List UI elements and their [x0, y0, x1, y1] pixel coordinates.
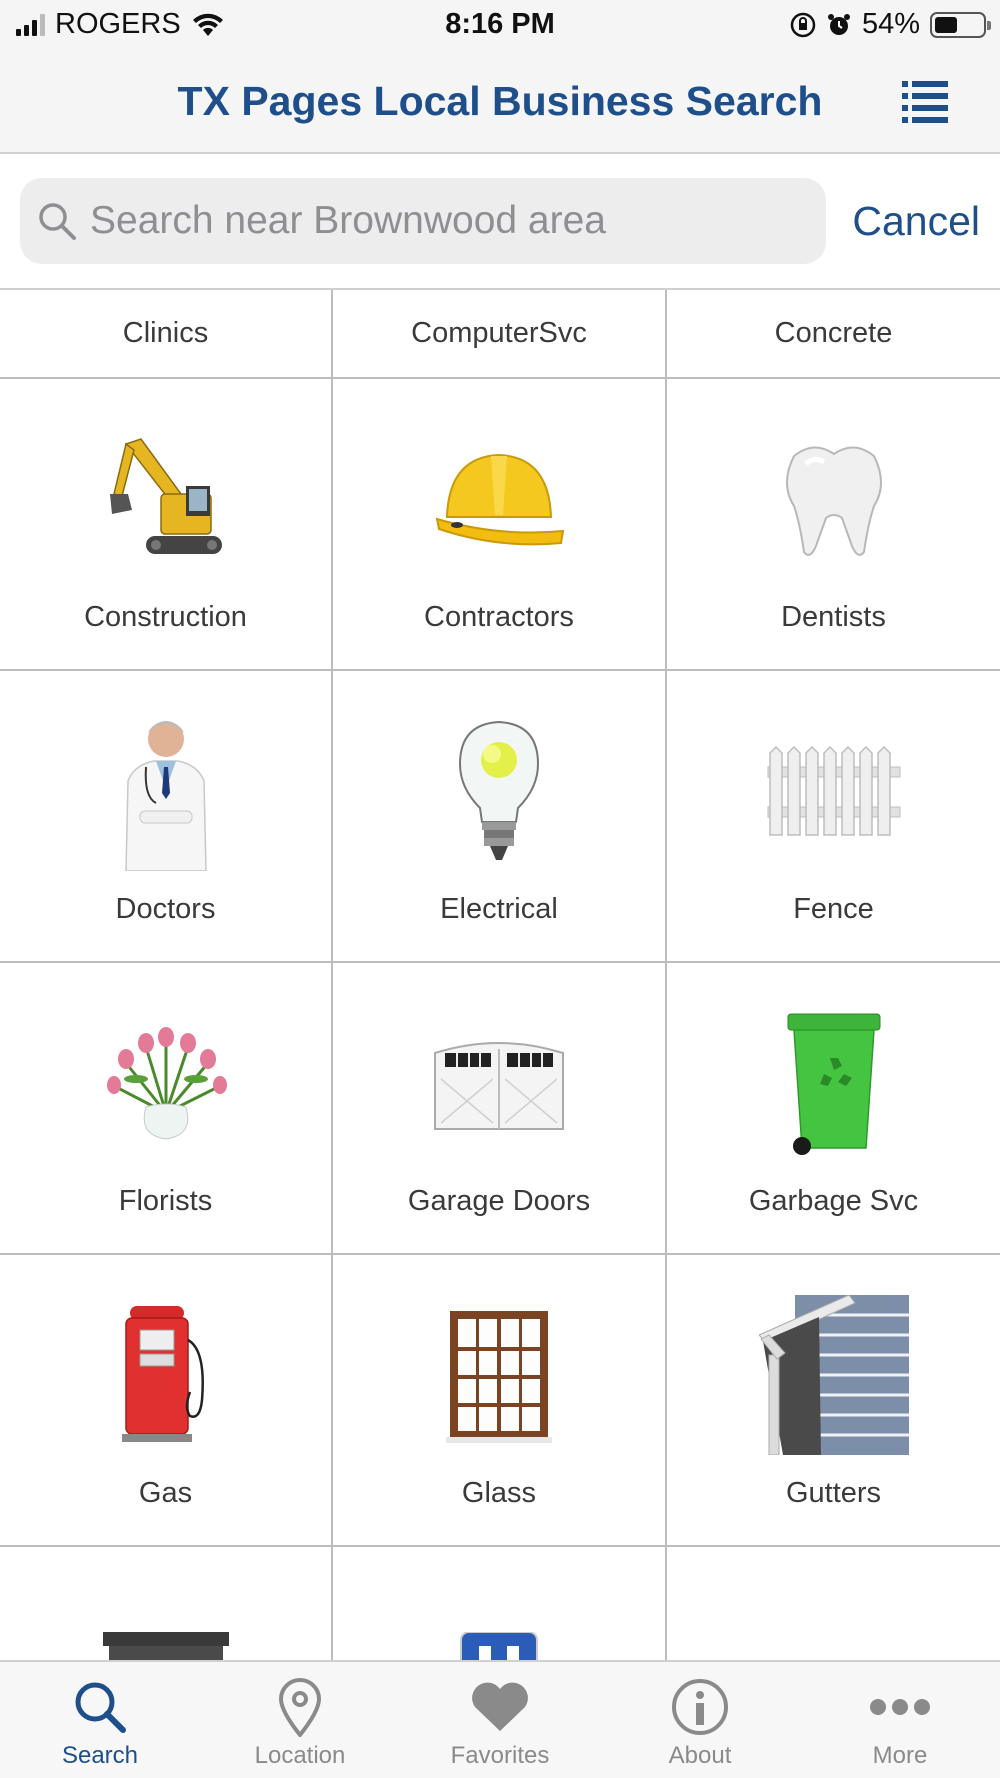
category-label: Dentists: [781, 601, 886, 633]
flowers-icon: [106, 1027, 227, 1140]
tab-label: More: [872, 1742, 928, 1769]
search-area: Cancel: [0, 156, 1000, 288]
heart-icon: [472, 1682, 528, 1731]
category-label: Clinics: [122, 317, 209, 349]
category-label: ComputerSvc: [411, 317, 587, 349]
light-bulb-icon: [458, 720, 540, 860]
tab-label: Favorites: [450, 1742, 550, 1769]
window-icon: [446, 1311, 552, 1443]
category-concrete[interactable]: Concrete: [667, 290, 1000, 379]
category-furniture[interactable]: [667, 1547, 1000, 1660]
excavator-icon: [109, 438, 222, 554]
orientation-lock-icon: [790, 12, 816, 37]
category-gas[interactable]: Gas: [0, 1255, 333, 1547]
battery-icon: [930, 11, 991, 38]
more-dots-icon: [870, 1699, 930, 1715]
fence-icon: [767, 745, 900, 836]
tab-location[interactable]: Location: [200, 1662, 400, 1778]
tab-about[interactable]: About: [600, 1662, 800, 1778]
tooth-icon: [785, 446, 882, 556]
category-doctors[interactable]: Doctors: [0, 671, 333, 963]
category-label: Doctors: [115, 893, 216, 925]
doctor-icon: [124, 721, 207, 871]
tab-favorites[interactable]: Favorites: [400, 1662, 600, 1778]
category-computersvc[interactable]: ComputerSvc: [333, 290, 667, 379]
category-fence[interactable]: Fence: [667, 671, 1000, 963]
search-icon: [75, 1682, 126, 1733]
category-construction[interactable]: Construction: [0, 379, 333, 671]
tab-label: About: [668, 1742, 732, 1769]
category-contractors[interactable]: Contractors: [333, 379, 667, 671]
battery-percent: 54%: [861, 8, 920, 40]
category-fireplace[interactable]: [0, 1547, 333, 1660]
tab-more[interactable]: More: [800, 1662, 1000, 1778]
category-label: Gutters: [785, 1477, 882, 1509]
list-view-button[interactable]: [900, 76, 950, 126]
tab-search[interactable]: Search: [0, 1662, 200, 1778]
search-box[interactable]: [20, 178, 826, 264]
category-florists[interactable]: Florists: [0, 963, 333, 1255]
category-label: Electrical: [440, 893, 558, 925]
page-title: TX Pages Local Business Search: [177, 78, 823, 124]
info-icon: [672, 1679, 728, 1735]
search-icon: [39, 203, 76, 240]
hard-hat-icon: [435, 453, 565, 546]
category-garage-doors[interactable]: Garage Doors: [333, 963, 667, 1255]
search-input[interactable]: [90, 199, 826, 243]
category-hospital[interactable]: [333, 1547, 667, 1660]
category-clinics[interactable]: Clinics: [0, 290, 333, 379]
tab-label: Search: [61, 1742, 139, 1769]
garage-door-icon: [434, 1042, 564, 1130]
list-icon: [902, 81, 948, 123]
category-label: Gas: [138, 1477, 193, 1509]
category-gutters[interactable]: Gutters: [667, 1255, 1000, 1547]
fireplace-icon: [102, 1632, 229, 1660]
category-grid: Clinics ComputerSvc Concrete Constructio…: [0, 288, 1000, 1660]
category-garbage-svc[interactable]: Garbage Svc: [667, 963, 1000, 1255]
tab-bar: Search Location Favorites About More: [0, 1660, 1000, 1778]
tab-label: Location: [254, 1742, 346, 1769]
cancel-button[interactable]: Cancel: [852, 198, 980, 245]
gutter-icon: [758, 1295, 909, 1455]
garbage-bin-icon: [787, 1013, 880, 1155]
hospital-sign-icon: [460, 1632, 538, 1660]
gas-pump-icon: [121, 1306, 204, 1442]
category-dentists[interactable]: Dentists: [667, 379, 1000, 671]
category-label: Concrete: [774, 317, 893, 349]
category-label: Construction: [84, 601, 247, 633]
category-label: Glass: [461, 1477, 537, 1509]
category-label: Contractors: [424, 601, 574, 633]
category-label: Fence: [793, 893, 874, 925]
category-electrical[interactable]: Electrical: [333, 671, 667, 963]
nav-bar: TX Pages Local Business Search: [0, 50, 1000, 154]
category-label: Garbage Svc: [748, 1185, 919, 1217]
status-bar: ROGERS 8:16 PM 54%: [0, 0, 1000, 50]
category-label: Florists: [118, 1185, 213, 1217]
status-indicators: 54%: [790, 8, 991, 41]
alarm-icon: [827, 13, 850, 35]
category-glass[interactable]: Glass: [333, 1255, 667, 1547]
category-label: Garage Doors: [407, 1185, 591, 1217]
location-pin-icon: [278, 1678, 322, 1737]
